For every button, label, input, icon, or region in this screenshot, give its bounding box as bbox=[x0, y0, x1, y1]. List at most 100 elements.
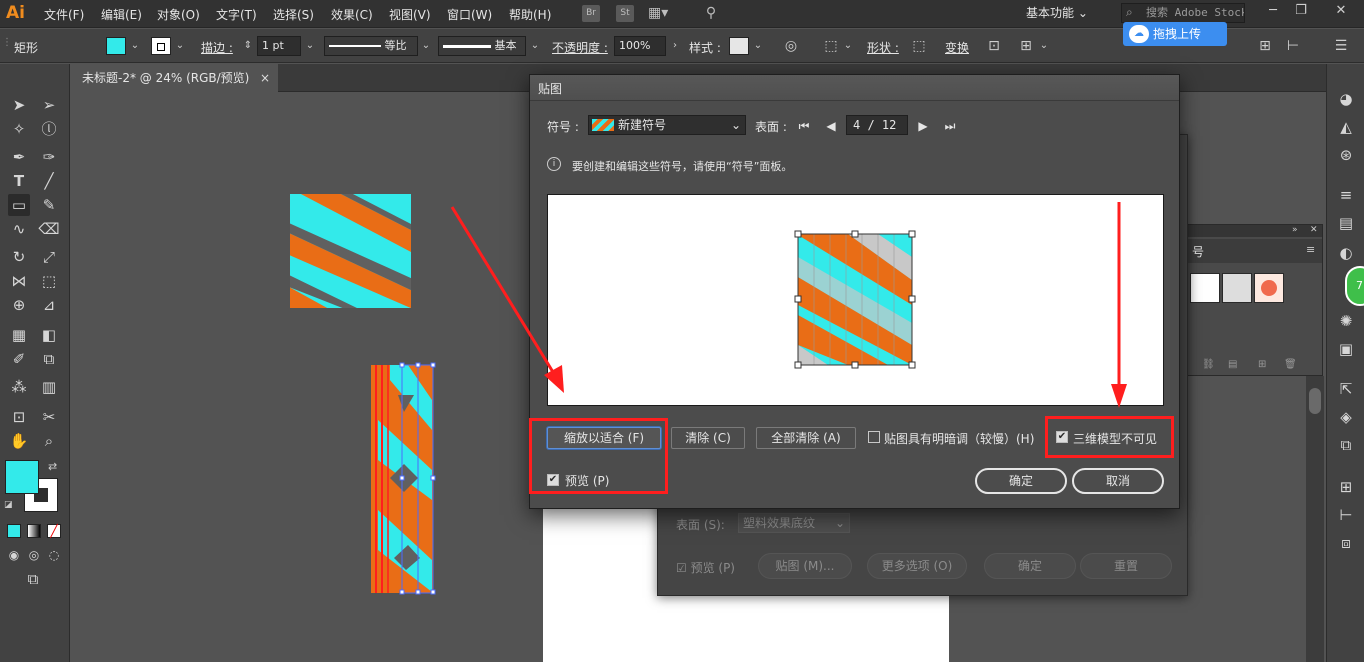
profile-dropdown-icon[interactable]: ⌄ bbox=[418, 36, 434, 56]
floating-badge[interactable]: 71 bbox=[1345, 266, 1364, 306]
ok-button[interactable]: 确定 bbox=[975, 468, 1067, 494]
layers-panel-icon[interactable]: ◈ bbox=[1335, 406, 1357, 428]
shape-properties-icon[interactable]: ⬚ bbox=[910, 37, 928, 55]
bridge-icon[interactable]: Br bbox=[582, 5, 600, 22]
close-panel-icon[interactable]: ✕ bbox=[1310, 225, 1318, 235]
lasso-tool-icon[interactable]: ⓛ bbox=[38, 118, 60, 140]
fill-color-box[interactable] bbox=[5, 460, 39, 494]
slice-tool-icon[interactable]: ✂ bbox=[38, 406, 60, 428]
stroke-weight-dropdown-icon[interactable]: ⌄ bbox=[302, 36, 318, 56]
panel-menu-icon[interactable]: ≡ bbox=[1306, 243, 1315, 256]
cancel-button[interactable]: 取消 bbox=[1072, 468, 1164, 494]
gradient-tool-icon[interactable]: ◧ bbox=[38, 324, 60, 346]
menu-view[interactable]: 视图(V) bbox=[389, 6, 431, 23]
screen-mode-icon[interactable]: ⧉ bbox=[22, 568, 44, 590]
sync-icon[interactable]: ⚲ bbox=[702, 5, 720, 22]
perspective-grid-tool-icon[interactable]: ⊿ bbox=[38, 294, 60, 316]
transform-label[interactable]: 变换 bbox=[945, 39, 969, 56]
isolate-dropdown-icon[interactable]: ⌄ bbox=[1036, 36, 1052, 56]
minimize-icon[interactable]: ─ bbox=[1262, 2, 1284, 20]
surface-preview[interactable] bbox=[547, 194, 1164, 406]
artwork-3d-cylinder[interactable] bbox=[368, 360, 438, 596]
menu-window[interactable]: 窗口(W) bbox=[447, 6, 492, 23]
menu-file[interactable]: 文件(F) bbox=[44, 6, 84, 23]
export-panel-icon[interactable]: ⇱ bbox=[1335, 378, 1357, 400]
shape-label[interactable]: 形状 : bbox=[867, 39, 899, 56]
opacity-input[interactable]: 100% bbox=[614, 36, 666, 56]
stock-search-input[interactable]: 搜索 Adobe Stock bbox=[1121, 3, 1245, 23]
transform-icon[interactable]: ⊡ bbox=[985, 37, 1003, 55]
surface-preview-canvas[interactable] bbox=[548, 195, 1165, 407]
parent-reset-button[interactable]: 重置 bbox=[1080, 553, 1172, 579]
pen-tool-icon[interactable]: ✒ bbox=[8, 146, 30, 168]
free-transform-tool-icon[interactable]: ⬚ bbox=[38, 270, 60, 292]
scale-tool-icon[interactable]: ⤢ bbox=[38, 246, 60, 268]
clear-button[interactable]: 清除 (C) bbox=[671, 427, 745, 449]
default-colors-icon[interactable]: ◪ bbox=[4, 500, 13, 510]
brushes-panel-icon[interactable]: ✺ bbox=[1335, 310, 1357, 332]
symbol-select[interactable]: 新建符号 ⌄ bbox=[588, 115, 746, 135]
gradient-panel-icon[interactable]: ▤ bbox=[1335, 212, 1357, 234]
stroke-stepper-icon[interactable]: ⇕ bbox=[240, 36, 256, 56]
rectangle-tool-icon[interactable]: ▭ bbox=[8, 194, 30, 216]
workspace-switcher[interactable]: 基本功能 ⌄ bbox=[1026, 4, 1088, 21]
none-mode-icon[interactable]: ╱ bbox=[47, 524, 61, 538]
recolor-artwork-icon[interactable]: ◎ bbox=[782, 37, 800, 55]
align-panel-icon[interactable]: ⊢ bbox=[1335, 504, 1357, 526]
shaper-tool-icon[interactable]: ∿ bbox=[8, 218, 30, 240]
rotate-tool-icon[interactable]: ↻ bbox=[8, 246, 30, 268]
opacity-label[interactable]: 不透明度 : bbox=[552, 39, 608, 56]
isolate-icon[interactable]: ⊞ bbox=[1017, 37, 1035, 55]
parent-more-options-button[interactable]: 更多选项 (O) bbox=[867, 553, 967, 579]
dialog-titlebar[interactable] bbox=[530, 75, 1179, 101]
stock-icon[interactable]: St bbox=[616, 5, 634, 22]
draw-behind-icon[interactable]: ◎ bbox=[23, 544, 45, 566]
next-surface-icon[interactable]: ▶ bbox=[914, 117, 932, 135]
scrollbar-thumb[interactable] bbox=[1309, 388, 1321, 414]
shade-artwork-checkbox[interactable] bbox=[868, 431, 880, 443]
document-tab[interactable]: 未标题-2* @ 24% (RGB/预览) × bbox=[72, 64, 278, 92]
color-panel-icon[interactable]: ◕ bbox=[1335, 88, 1357, 110]
eraser-tool-icon[interactable]: ⌫ bbox=[38, 218, 60, 240]
menu-type[interactable]: 文字(T) bbox=[216, 6, 257, 23]
pathfinder-panel-icon[interactable]: ⧈ bbox=[1335, 532, 1357, 554]
panel-scrollbar[interactable] bbox=[1306, 376, 1324, 662]
brush-definition[interactable]: 基本 bbox=[438, 36, 526, 56]
symbol-item[interactable] bbox=[1222, 273, 1252, 303]
stroke-weight-input[interactable]: 1 pt bbox=[257, 36, 301, 56]
color-guide-icon[interactable]: ◭ bbox=[1335, 116, 1357, 138]
swap-colors-icon[interactable]: ⇄ bbox=[48, 460, 57, 473]
stroke-dropdown-icon[interactable]: ⌄ bbox=[172, 36, 188, 56]
align-selection-icon[interactable]: ⬚ bbox=[822, 37, 840, 55]
variable-width-profile[interactable]: 等比 bbox=[324, 36, 418, 56]
symbols-tab-label[interactable]: 号 bbox=[1192, 243, 1204, 260]
close-window-icon[interactable]: ✕ bbox=[1330, 2, 1352, 20]
parent-ok-button[interactable]: 确定 bbox=[984, 553, 1076, 579]
line-tool-icon[interactable]: ╱ bbox=[38, 170, 60, 192]
transparency-panel-icon[interactable]: ◐ bbox=[1335, 242, 1357, 264]
break-link-icon[interactable]: ⛓ bbox=[1202, 359, 1215, 370]
last-surface-icon[interactable]: ⏭ bbox=[941, 117, 959, 135]
zoom-tool-icon[interactable]: ⌕ bbox=[38, 430, 60, 452]
first-surface-icon[interactable]: ⏮ bbox=[795, 117, 813, 135]
artboard-tool-icon[interactable]: ⊡ bbox=[8, 406, 30, 428]
color-mode-icon[interactable] bbox=[7, 524, 21, 538]
menu-select[interactable]: 选择(S) bbox=[273, 6, 314, 23]
blend-tool-icon[interactable]: ⧉ bbox=[38, 348, 60, 370]
symbol-item[interactable] bbox=[1190, 273, 1220, 303]
appearance-panel-icon[interactable]: ▣ bbox=[1335, 338, 1357, 360]
document-setup-icon[interactable]: ⊢ bbox=[1284, 37, 1302, 55]
stroke-label[interactable]: 描边 : bbox=[201, 39, 233, 56]
align-dropdown-icon[interactable]: ⌄ bbox=[840, 36, 856, 56]
menu-edit[interactable]: 编辑(E) bbox=[101, 6, 142, 23]
arrange-documents-icon[interactable]: ▦▾ bbox=[648, 5, 668, 22]
shape-builder-tool-icon[interactable]: ⊕ bbox=[8, 294, 30, 316]
draw-inside-icon[interactable]: ◌ bbox=[43, 544, 65, 566]
opacity-arrow-icon[interactable]: › bbox=[667, 36, 683, 56]
clear-all-button[interactable]: 全部清除 (A) bbox=[756, 427, 856, 449]
gradient-mode-icon[interactable] bbox=[27, 524, 41, 538]
color-themes-icon[interactable]: ⊛ bbox=[1335, 144, 1357, 166]
delete-symbol-icon[interactable]: 🗑 bbox=[1284, 359, 1297, 370]
stroke-swatch[interactable] bbox=[151, 37, 171, 55]
collapse-panel-icon[interactable]: » bbox=[1292, 225, 1298, 235]
